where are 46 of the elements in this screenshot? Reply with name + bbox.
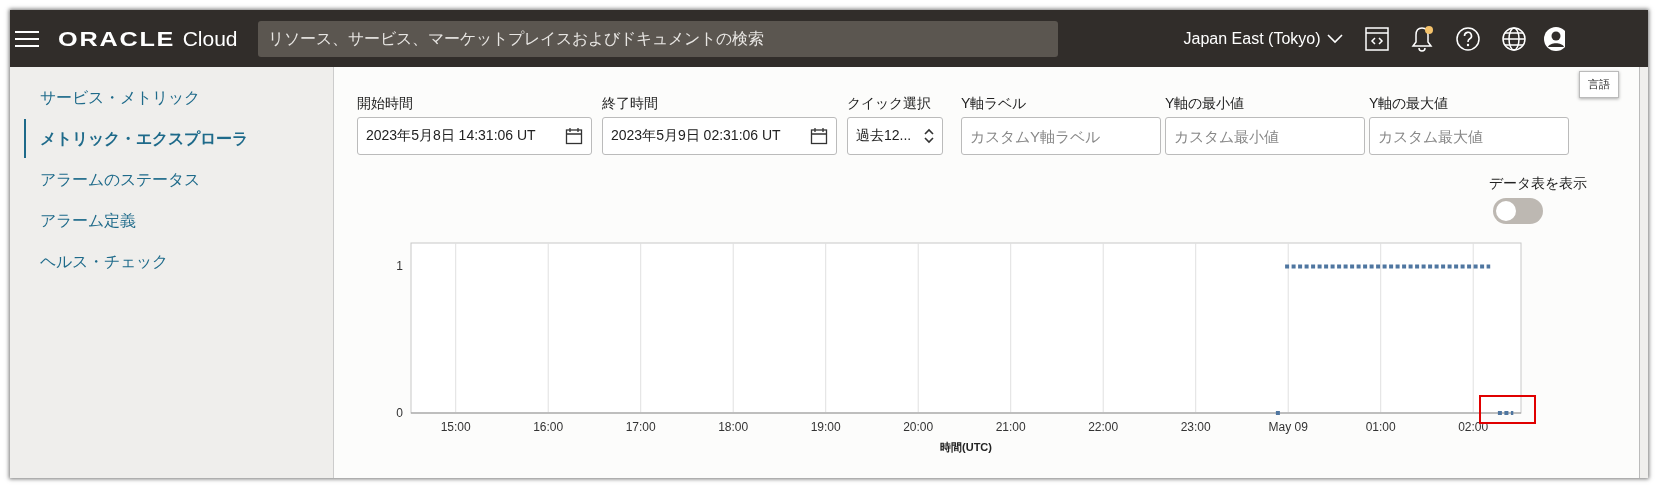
calendar-icon[interactable] — [565, 127, 583, 145]
help-icon[interactable] — [1454, 25, 1481, 52]
sidebar-item[interactable]: ヘルス・チェック — [24, 249, 333, 274]
axis-tick-label: 17:00 — [625, 420, 656, 434]
menu-icon[interactable] — [14, 29, 40, 48]
sidebar-item[interactable]: アラームのステータス — [24, 167, 333, 192]
axis-title: 時間(UTC) — [940, 441, 992, 453]
field-label: Y軸の最小値 — [1165, 95, 1246, 113]
code-editor-icon[interactable] — [1364, 26, 1389, 51]
brand-logo[interactable]: ORACLE — [58, 26, 176, 51]
region-selector[interactable]: Japan East (Tokyo) — [1183, 29, 1343, 48]
axis-tick-label: 16:00 — [533, 420, 564, 434]
toggle-switch[interactable] — [1493, 198, 1543, 224]
input-field[interactable]: カスタム最小値 — [1165, 117, 1365, 155]
axis-tick-label: 20:00 — [903, 420, 934, 434]
axis-tick-label: 0 — [396, 406, 403, 420]
axis-tick-label: 15:00 — [440, 420, 471, 434]
axis-tick-label: May 09 — [1268, 420, 1308, 434]
tooltip: 言語 — [1579, 71, 1619, 98]
field-label: 終了時間 — [602, 95, 659, 113]
axis-tick-label: 21:00 — [995, 420, 1026, 434]
axis-tick-label: 22:00 — [1088, 420, 1119, 434]
field-label: クイック選択 — [847, 95, 932, 113]
field-label: Y軸の最大値 — [1369, 95, 1450, 113]
updown-icon — [924, 128, 934, 144]
date-field[interactable]: 2023年5月9日 02:31:06 UT — [602, 117, 837, 155]
axis-tick-label: 19:00 — [810, 420, 841, 434]
product-name: Cloud — [182, 26, 238, 51]
globe-icon[interactable] — [1500, 25, 1527, 52]
axis-tick-label: 23:00 — [1180, 420, 1211, 434]
sidebar-item[interactable]: サービス・メトリック — [24, 85, 333, 110]
avatar-icon[interactable] — [1542, 25, 1565, 52]
select-field[interactable]: 過去12... — [847, 117, 943, 155]
calendar-icon[interactable] — [810, 127, 828, 145]
toggle-label: データ表を表示 — [1489, 175, 1587, 193]
field-label: Y軸ラベル — [961, 95, 1028, 113]
field-label: 開始時間 — [357, 95, 414, 113]
axis-tick-label: 18:00 — [718, 420, 749, 434]
sidebar-item[interactable]: アラーム定義 — [24, 208, 333, 233]
search-field[interactable]: リソース、サービス、マーケットプレイスおよびドキュメントの検索 — [257, 20, 1058, 57]
chevron-down-icon — [1326, 33, 1343, 44]
input-field[interactable]: カスタムY軸ラベル — [961, 117, 1161, 155]
date-field[interactable]: 2023年5月8日 14:31:06 UT — [357, 117, 592, 155]
axis-tick-label: 01:00 — [1365, 420, 1396, 434]
axis-tick-label: 1 — [396, 259, 403, 274]
input-field[interactable]: カスタム最大値 — [1369, 117, 1569, 155]
